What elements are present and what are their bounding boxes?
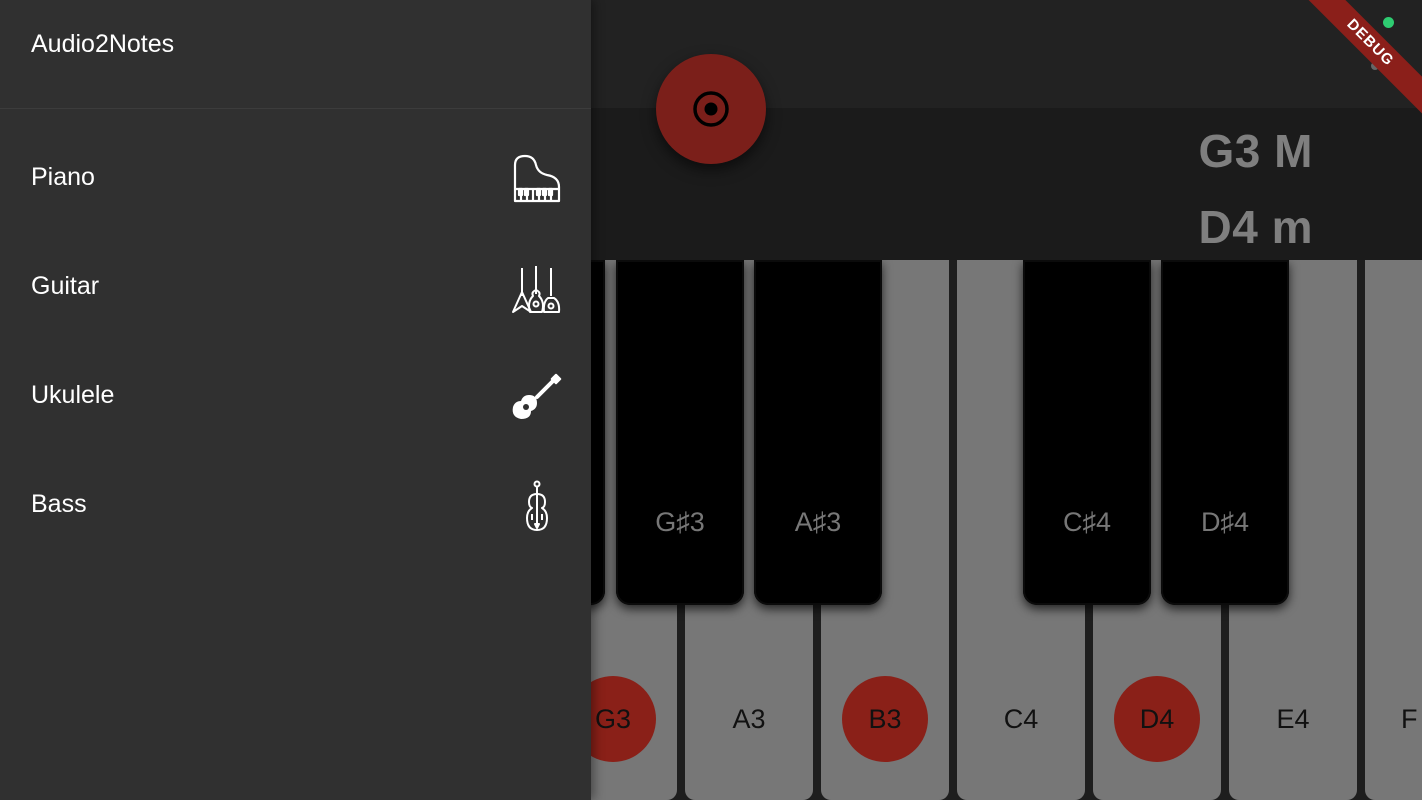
app-title: Audio2Notes [31,30,175,58]
drawer-item-label: Bass [31,490,87,518]
chord-secondary: D4 m [1198,201,1313,253]
key-label: C♯4 [1062,507,1111,537]
white-key-f4[interactable]: F [1365,260,1422,800]
key-label: D4 [1139,704,1175,734]
black-key-d-sharp-4[interactable]: D♯4 [1161,260,1289,605]
drawer-item-label: Ukulele [31,381,115,409]
record-button[interactable] [656,54,766,164]
ukulele-icon [507,371,563,427]
key-label: F [1401,704,1418,734]
piano-icon [507,153,563,209]
key-label: A♯3 [794,507,842,537]
drawer-item-bass[interactable]: Bass [0,452,591,561]
drawer-item-ukulele[interactable]: Ukulele [0,343,591,452]
guitars-icon [507,262,563,318]
key-label: E4 [1276,704,1310,734]
black-key-a-sharp-3[interactable]: A♯3 [754,260,882,605]
drawer-item-piano[interactable]: Piano [0,125,591,234]
chord-primary: G3 M [1198,125,1313,177]
key-label: B3 [868,704,902,734]
key-label: C4 [1003,704,1039,734]
drawer-item-label: Guitar [31,272,100,300]
record-icon [693,91,729,127]
drawer-item-label: Piano [31,163,95,191]
key-label: G♯3 [655,507,705,537]
black-key-c-sharp-4[interactable]: C♯4 [1023,260,1151,605]
double-bass-icon [507,480,563,536]
black-key-g-sharp-3[interactable]: G♯3 [616,260,744,605]
status-indicator [1383,17,1394,28]
drawer-item-guitar[interactable]: Guitar [0,234,591,343]
key-label: A3 [732,704,766,734]
drawer-header: Audio2Notes [0,0,591,109]
navigation-drawer: Audio2Notes Piano Guitar Ukulele Bass [0,0,591,800]
key-label: D♯4 [1200,507,1249,537]
